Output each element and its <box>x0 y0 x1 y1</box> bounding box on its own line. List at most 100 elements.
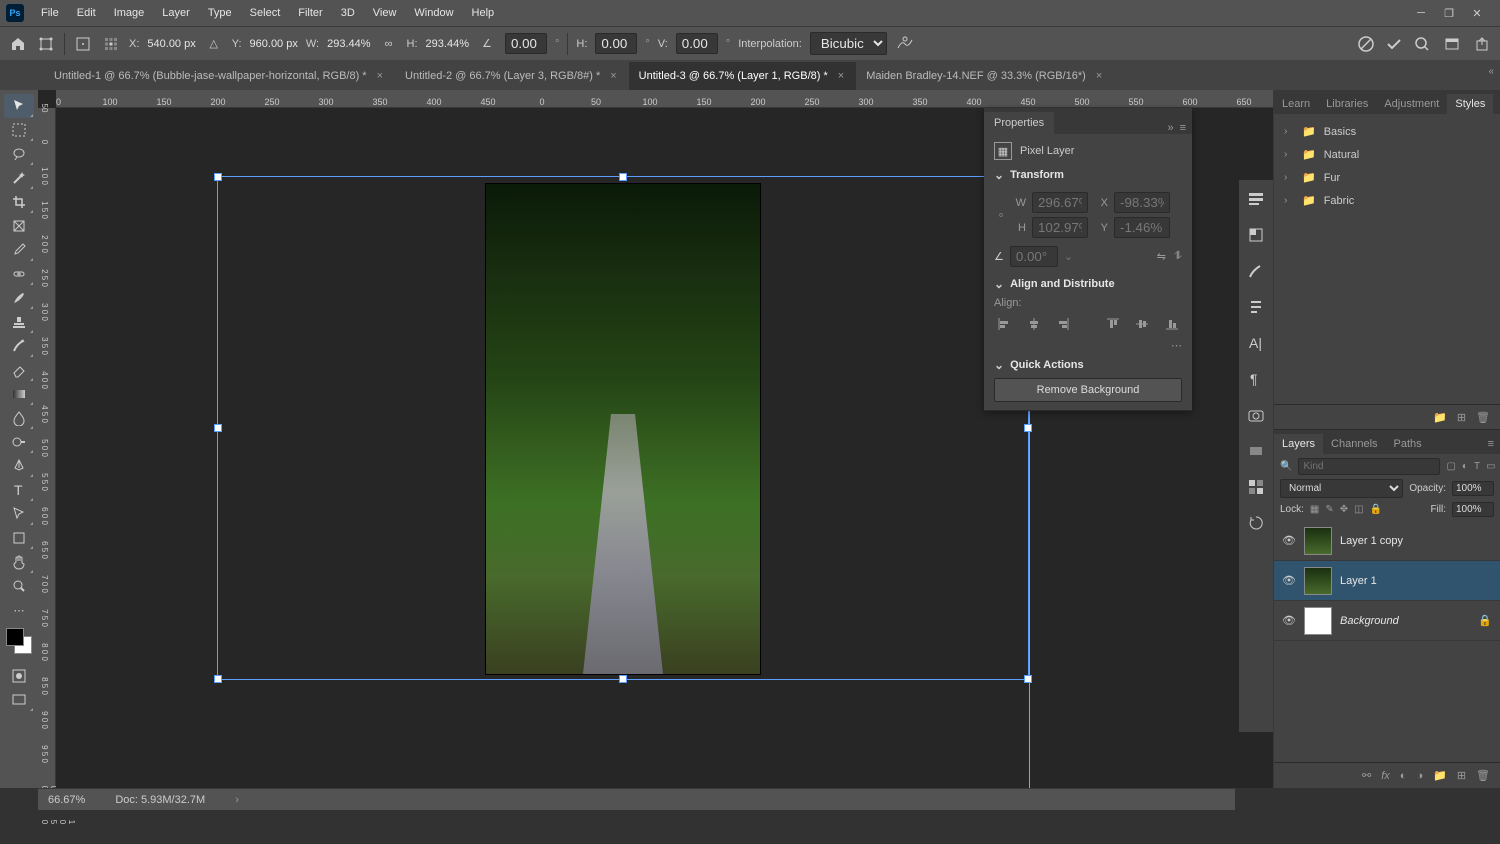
transform-handle[interactable] <box>214 675 222 683</box>
tab-close-icon[interactable]: × <box>608 70 618 82</box>
maximize-icon[interactable]: ❐ <box>1442 6 1456 20</box>
brushes-panel-icon[interactable] <box>1245 260 1267 282</box>
link-layers-icon[interactable]: ⚯ <box>1362 769 1371 782</box>
menu-help[interactable]: Help <box>463 2 504 24</box>
layer-row[interactable]: 👁 Layer 1 <box>1274 561 1500 601</box>
tab-properties[interactable]: Properties <box>984 112 1054 134</box>
flip-v-icon[interactable]: ⥮ <box>1174 250 1182 263</box>
fg-color-swatch[interactable] <box>6 628 24 646</box>
lock-transparency-icon[interactable]: ▦ <box>1310 504 1319 515</box>
panel-menu-icon[interactable]: ≡ <box>1482 434 1500 454</box>
pen-tool[interactable] <box>4 454 34 478</box>
filter-shape-icon[interactable]: ▭ <box>1486 461 1495 472</box>
layer-thumbnail[interactable] <box>1304 527 1332 555</box>
menu-image[interactable]: Image <box>105 2 154 24</box>
menu-3d[interactable]: 3D <box>332 2 364 24</box>
transform-bounding-box[interactable] <box>217 176 1029 680</box>
align-hcenter-icon[interactable] <box>1024 315 1044 333</box>
workspace-icon[interactable] <box>1442 34 1462 54</box>
gradient-tool[interactable] <box>4 382 34 406</box>
document-tab[interactable]: Untitled-2 @ 66.7% (Layer 3, RGB/8#) *× <box>395 62 629 90</box>
adjustment-icon[interactable]: ◑ <box>1416 770 1423 782</box>
camera-panel-icon[interactable] <box>1245 404 1267 426</box>
wand-tool[interactable] <box>4 166 34 190</box>
flip-h-icon[interactable]: ⇋ <box>1157 250 1166 263</box>
refpoint-grid-icon[interactable] <box>101 34 121 54</box>
remove-background-button[interactable]: Remove Background <box>994 378 1182 402</box>
delete-layer-icon[interactable]: 🗑 <box>1476 769 1490 782</box>
interp-select[interactable]: Bicubic <box>810 32 887 55</box>
quickmask-icon[interactable] <box>4 664 34 688</box>
history-brush-tool[interactable] <box>4 334 34 358</box>
align-right-icon[interactable] <box>1053 315 1073 333</box>
transform-handle[interactable] <box>214 424 222 432</box>
y-value[interactable]: 960.00 px <box>250 38 298 50</box>
layer-name[interactable]: Layer 1 <box>1340 575 1492 587</box>
group-icon[interactable]: 📁 <box>1433 769 1447 782</box>
tab-libraries[interactable]: Libraries <box>1318 94 1376 114</box>
share-icon[interactable] <box>1472 34 1492 54</box>
transform-handle[interactable] <box>1024 424 1032 432</box>
zoom-tool[interactable] <box>4 574 34 598</box>
transform-icon[interactable] <box>36 34 56 54</box>
fill-input[interactable] <box>1452 502 1494 517</box>
align-vcenter-icon[interactable] <box>1133 315 1153 333</box>
minimize-icon[interactable]: ─ <box>1414 6 1428 20</box>
dodge-tool[interactable] <box>4 430 34 454</box>
transform-section[interactable]: Transform <box>994 168 1182 182</box>
transform-handle[interactable] <box>619 173 627 181</box>
home-icon[interactable] <box>8 34 28 54</box>
new-layer-icon[interactable]: ⊞ <box>1457 769 1466 782</box>
blur-tool[interactable] <box>4 406 34 430</box>
align-left-icon[interactable] <box>994 315 1014 333</box>
transform-handle[interactable] <box>214 173 222 181</box>
eraser-tool[interactable] <box>4 358 34 382</box>
collapse-panel-icon[interactable]: » <box>1167 122 1173 134</box>
document-tab[interactable]: Maiden Bradley-14.NEF @ 33.3% (RGB/16*)× <box>856 62 1114 90</box>
tab-styles[interactable]: Styles <box>1447 94 1493 114</box>
lasso-tool[interactable] <box>4 142 34 166</box>
warp-icon[interactable] <box>895 34 915 54</box>
align-top-icon[interactable] <box>1103 315 1123 333</box>
tab-channels[interactable]: Channels <box>1323 434 1385 454</box>
transform-h-input[interactable] <box>1032 217 1088 238</box>
dropdown-icon[interactable]: ⌄ <box>1064 250 1073 263</box>
panel-icon[interactable] <box>1245 188 1267 210</box>
tab-close-icon[interactable]: × <box>375 70 385 82</box>
tab-layers[interactable]: Layers <box>1274 434 1323 454</box>
align-section[interactable]: Align and Distribute <box>994 277 1182 291</box>
shape-tool[interactable] <box>4 526 34 550</box>
visibility-icon[interactable]: 👁 <box>1282 574 1296 587</box>
type-tool[interactable]: T <box>4 478 34 502</box>
opacity-input[interactable] <box>1452 481 1494 496</box>
ruler-horizontal[interactable]: 5010015020025030035040045005010015020025… <box>56 90 1273 108</box>
rotation-input[interactable] <box>505 33 547 54</box>
close-icon[interactable]: ✕ <box>1470 6 1484 20</box>
hand-tool[interactable] <box>4 550 34 574</box>
document-tab[interactable]: Untitled-1 @ 66.7% (Bubble-jase-wallpape… <box>44 62 395 90</box>
lock-artboard-icon[interactable]: ◫ <box>1354 504 1363 515</box>
visibility-icon[interactable]: 👁 <box>1282 614 1296 627</box>
menu-file[interactable]: File <box>32 2 68 24</box>
new-folder-icon[interactable]: 📁 <box>1433 411 1447 424</box>
heal-tool[interactable] <box>4 262 34 286</box>
menu-edit[interactable]: Edit <box>68 2 105 24</box>
menu-view[interactable]: View <box>364 2 406 24</box>
skew-h-input[interactable] <box>595 33 637 54</box>
filter-adjust-icon[interactable]: ◐ <box>1462 461 1468 472</box>
link-wh-icon[interactable]: ⚬ <box>994 209 1008 222</box>
x-value[interactable]: 540.00 px <box>147 38 195 50</box>
zoom-level[interactable]: 66.67% <box>48 794 85 806</box>
style-group[interactable]: ›📁Fur <box>1274 166 1500 189</box>
layer-name[interactable]: Layer 1 copy <box>1340 535 1492 547</box>
move-tool[interactable] <box>4 94 34 118</box>
link-icon[interactable]: ∞ <box>379 34 399 54</box>
menu-filter[interactable]: Filter <box>289 2 331 24</box>
style-group[interactable]: ›📁Fabric <box>1274 189 1500 212</box>
align-bottom-icon[interactable] <box>1162 315 1182 333</box>
marquee-tool[interactable] <box>4 118 34 142</box>
tab-adjustment[interactable]: Adjustment <box>1376 94 1447 114</box>
menu-layer[interactable]: Layer <box>153 2 199 24</box>
mask-icon[interactable]: ◐ <box>1400 770 1407 782</box>
filter-pixel-icon[interactable]: ▢ <box>1446 461 1455 472</box>
